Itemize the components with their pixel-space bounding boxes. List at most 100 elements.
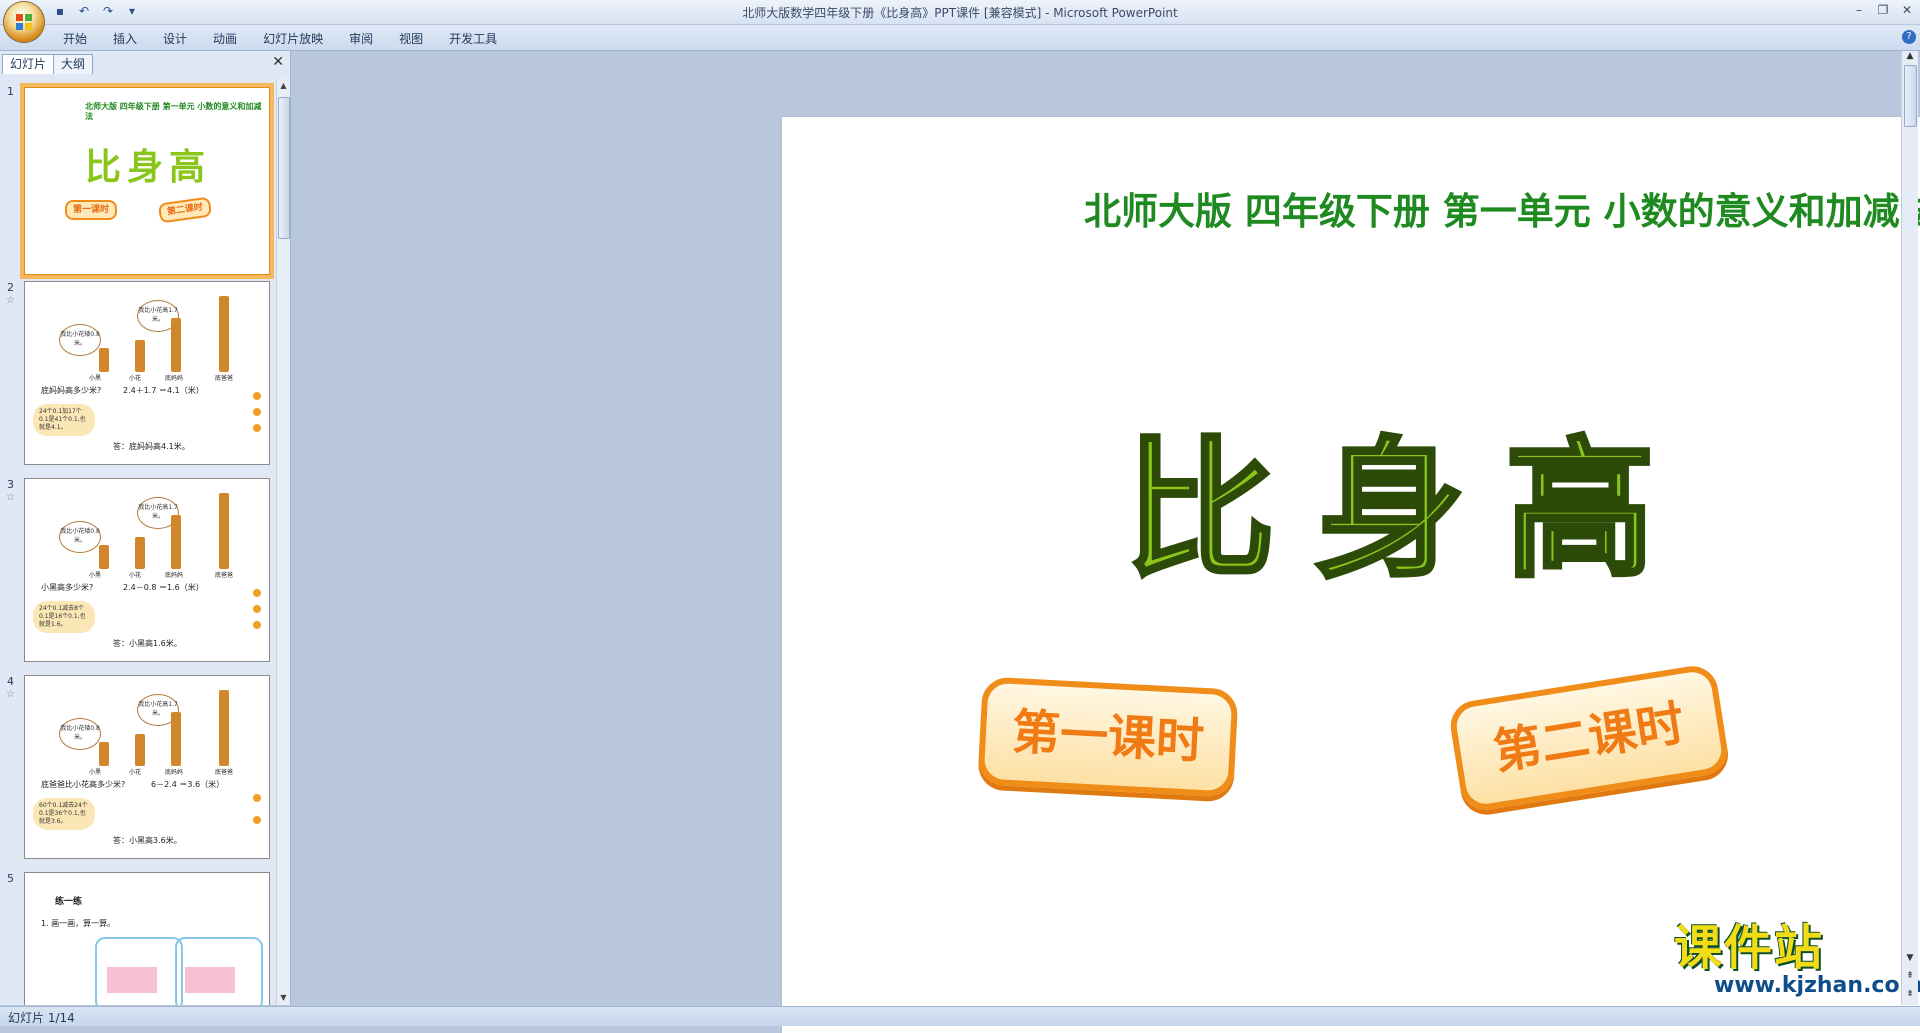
tab-insert[interactable]: 插入: [100, 30, 150, 48]
speech-bubble: 我比小花矮0.8米。: [59, 324, 101, 356]
thumb-answer: 答：底妈妈高4.1米。: [113, 442, 190, 451]
giraffe-icon: [99, 348, 109, 372]
thumb-big-text: 比身高: [85, 147, 212, 188]
next-slide-icon[interactable]: ⇟: [1902, 989, 1918, 999]
animation-star-icon: ☆: [6, 689, 15, 700]
close-panel-icon[interactable]: ✕: [272, 54, 284, 70]
panel-scrollbar[interactable]: ▲ ▼: [276, 79, 290, 1005]
ribbon-tab-bar: 开始 插入 设计 动画 幻灯片放映 审阅 视图 开发工具 ?: [0, 25, 1920, 51]
big-text: 比身高: [1125, 424, 1695, 598]
help-icon[interactable]: ?: [1902, 30, 1916, 44]
speech-bubble: 我比小花矮0.8米。: [59, 521, 101, 553]
thumb-equation: 2.4＋1.7 ＝4.1（米）: [123, 386, 204, 395]
scroll-down-icon[interactable]: ▼: [1902, 953, 1918, 963]
thumb-heading: 练一练: [55, 897, 83, 907]
name-label: 底妈妈: [165, 375, 184, 382]
thumb-line: 1. 画一画，算一算。: [41, 919, 116, 928]
thumb-cloud: 24个0.1减去8个0.1是16个0.1,也就是1.6。: [33, 601, 95, 633]
slide-number: 2: [7, 281, 14, 294]
thumb-equation: 6－2.4 ＝3.6（米）: [151, 780, 225, 789]
nav-dot-icon: [253, 392, 261, 400]
thumb-grid: [185, 967, 235, 993]
thumb-equation: 2.4－0.8 ＝1.6（米）: [123, 583, 204, 592]
giraffe-icon: [99, 545, 109, 569]
watermark-text: 课件站: [1674, 920, 1825, 976]
lesson1-button[interactable]: 第一课时: [977, 676, 1239, 798]
scroll-thumb[interactable]: [1904, 65, 1917, 127]
animation-star-icon: ☆: [6, 295, 15, 306]
slide-indicator: 幻灯片 1/14: [8, 1011, 75, 1025]
tab-slides[interactable]: 幻灯片: [2, 54, 55, 74]
animation-star-icon: ☆: [6, 492, 15, 503]
slide-title[interactable]: 北师大版 四年级下册 第一单元 小数的意义和加减法: [1084, 187, 1920, 237]
slide-thumbnail-3[interactable]: 我比小花矮0.8米。 我比小花高1.7米。 小黑 小花 底妈妈 底爸爸 小黑高多…: [24, 478, 270, 662]
window-title: 北师大版数学四年级下册《比身高》PPT课件 [兼容模式] - Microsoft…: [742, 6, 1178, 20]
nav-dot-icon: [253, 794, 261, 802]
office-logo-icon: [16, 14, 32, 30]
name-label: 底爸爸: [215, 375, 234, 382]
slide-thumbnail-1[interactable]: 北师大版 四年级下册 第一单元 小数的意义和加减法 比身高 第一课时 第二课时: [24, 87, 270, 275]
giraffe-icon: [219, 493, 229, 569]
tab-review[interactable]: 审阅: [336, 30, 386, 48]
tab-developer[interactable]: 开发工具: [436, 30, 510, 48]
tab-animations[interactable]: 动画: [200, 30, 250, 48]
slide-thumbnail-5[interactable]: 练一练 1. 画一画，算一算。: [24, 872, 270, 1005]
name-label: 底爸爸: [215, 572, 234, 579]
giraffe-icon: [99, 742, 109, 766]
giraffe-icon: [219, 690, 229, 766]
restore-icon[interactable]: ❐: [1874, 2, 1892, 18]
scroll-thumb[interactable]: [278, 97, 290, 239]
thumb-title: 北师大版 四年级下册 第一单元 小数的意义和加减法: [85, 102, 262, 121]
current-slide[interactable]: 北师大版 四年级下册 第一单元 小数的意义和加减法 比身高 第一课时 第二课时: [782, 117, 1920, 1033]
slide-thumbnail-4[interactable]: 我比小花矮0.8米。 我比小花高1.7米。 小黑 小花 底妈妈 底爸爸 底爸爸比…: [24, 675, 270, 859]
thumb-answer: 答：小黑高1.6米。: [113, 639, 182, 648]
thumb-question: 小黑高多少米?: [41, 583, 94, 592]
watermark-logo: 课件站 www.kjzhan.com: [1674, 920, 1920, 998]
tab-view[interactable]: 视图: [386, 30, 436, 48]
nav-dot-icon: [253, 408, 261, 416]
giraffe-icon: [171, 712, 181, 766]
status-bar: 幻灯片 1/14: [0, 1006, 1920, 1026]
minimize-icon[interactable]: –: [1850, 2, 1868, 18]
nav-dot-icon: [253, 605, 261, 613]
tab-home[interactable]: 开始: [50, 30, 100, 48]
giraffe-icon: [171, 515, 181, 569]
nav-dot-icon: [253, 589, 261, 597]
title-bar: ▪ ↶ ↷ ▾ 北师大版数学四年级下册《比身高》PPT课件 [兼容模式] - M…: [0, 0, 1920, 25]
scroll-down-icon[interactable]: ▼: [277, 991, 290, 1005]
thumb-grid: [107, 967, 157, 993]
name-label: 小黑: [89, 572, 102, 579]
slide-thumbnail-2[interactable]: 我比小花矮0.8米。 我比小花高1.7米。 小黑 小花 底妈妈 底爸爸 底妈妈高…: [24, 281, 270, 465]
tab-design[interactable]: 设计: [150, 30, 200, 48]
nav-dot-icon: [253, 621, 261, 629]
giraffe-icon: [135, 537, 145, 569]
name-label: 底爸爸: [215, 769, 234, 776]
name-label: 小花: [129, 769, 142, 776]
scroll-up-icon[interactable]: ▲: [277, 79, 290, 93]
slides-panel: 幻灯片 大纲 ✕ 1 北师大版 四年级下册 第一单元 小数的意义和加减法 比身高…: [0, 51, 291, 1005]
name-label: 小花: [129, 572, 142, 579]
prev-slide-icon[interactable]: ⇞: [1902, 971, 1918, 981]
tab-slideshow[interactable]: 幻灯片放映: [250, 30, 336, 48]
nav-dot-icon: [253, 816, 261, 824]
giraffe-icon: [135, 734, 145, 766]
scroll-up-icon[interactable]: ▲: [1902, 51, 1918, 61]
name-label: 小黑: [89, 769, 102, 776]
slide-number: 4: [7, 675, 14, 688]
giraffe-icon: [135, 340, 145, 372]
name-label: 小花: [129, 375, 142, 382]
lesson2-button[interactable]: 第二课时: [1447, 662, 1731, 814]
name-label: 底妈妈: [165, 572, 184, 579]
watermark-url: www.kjzhan.com: [1714, 973, 1920, 998]
giraffe-icon: [171, 318, 181, 372]
close-icon[interactable]: ✕: [1898, 2, 1916, 18]
office-button[interactable]: [4, 2, 44, 42]
tab-outline[interactable]: 大纲: [53, 54, 94, 74]
slide-thumbnails: 1 北师大版 四年级下册 第一单元 小数的意义和加减法 比身高 第一课时 第二课…: [0, 79, 274, 1005]
editor-scrollbar[interactable]: ▲ ▼ ⇞ ⇟: [1901, 51, 1918, 1005]
window-controls: – ❐ ✕: [1850, 2, 1916, 18]
thumb-question: 底爸爸比小花高多少米?: [41, 780, 126, 789]
nav-dot-icon: [253, 424, 261, 432]
slide-big-text[interactable]: 比身高: [1090, 397, 1730, 637]
slide-editor: 北师大版 四年级下册 第一单元 小数的意义和加减法 比身高 第一课时 第二课时 …: [291, 51, 1920, 1033]
